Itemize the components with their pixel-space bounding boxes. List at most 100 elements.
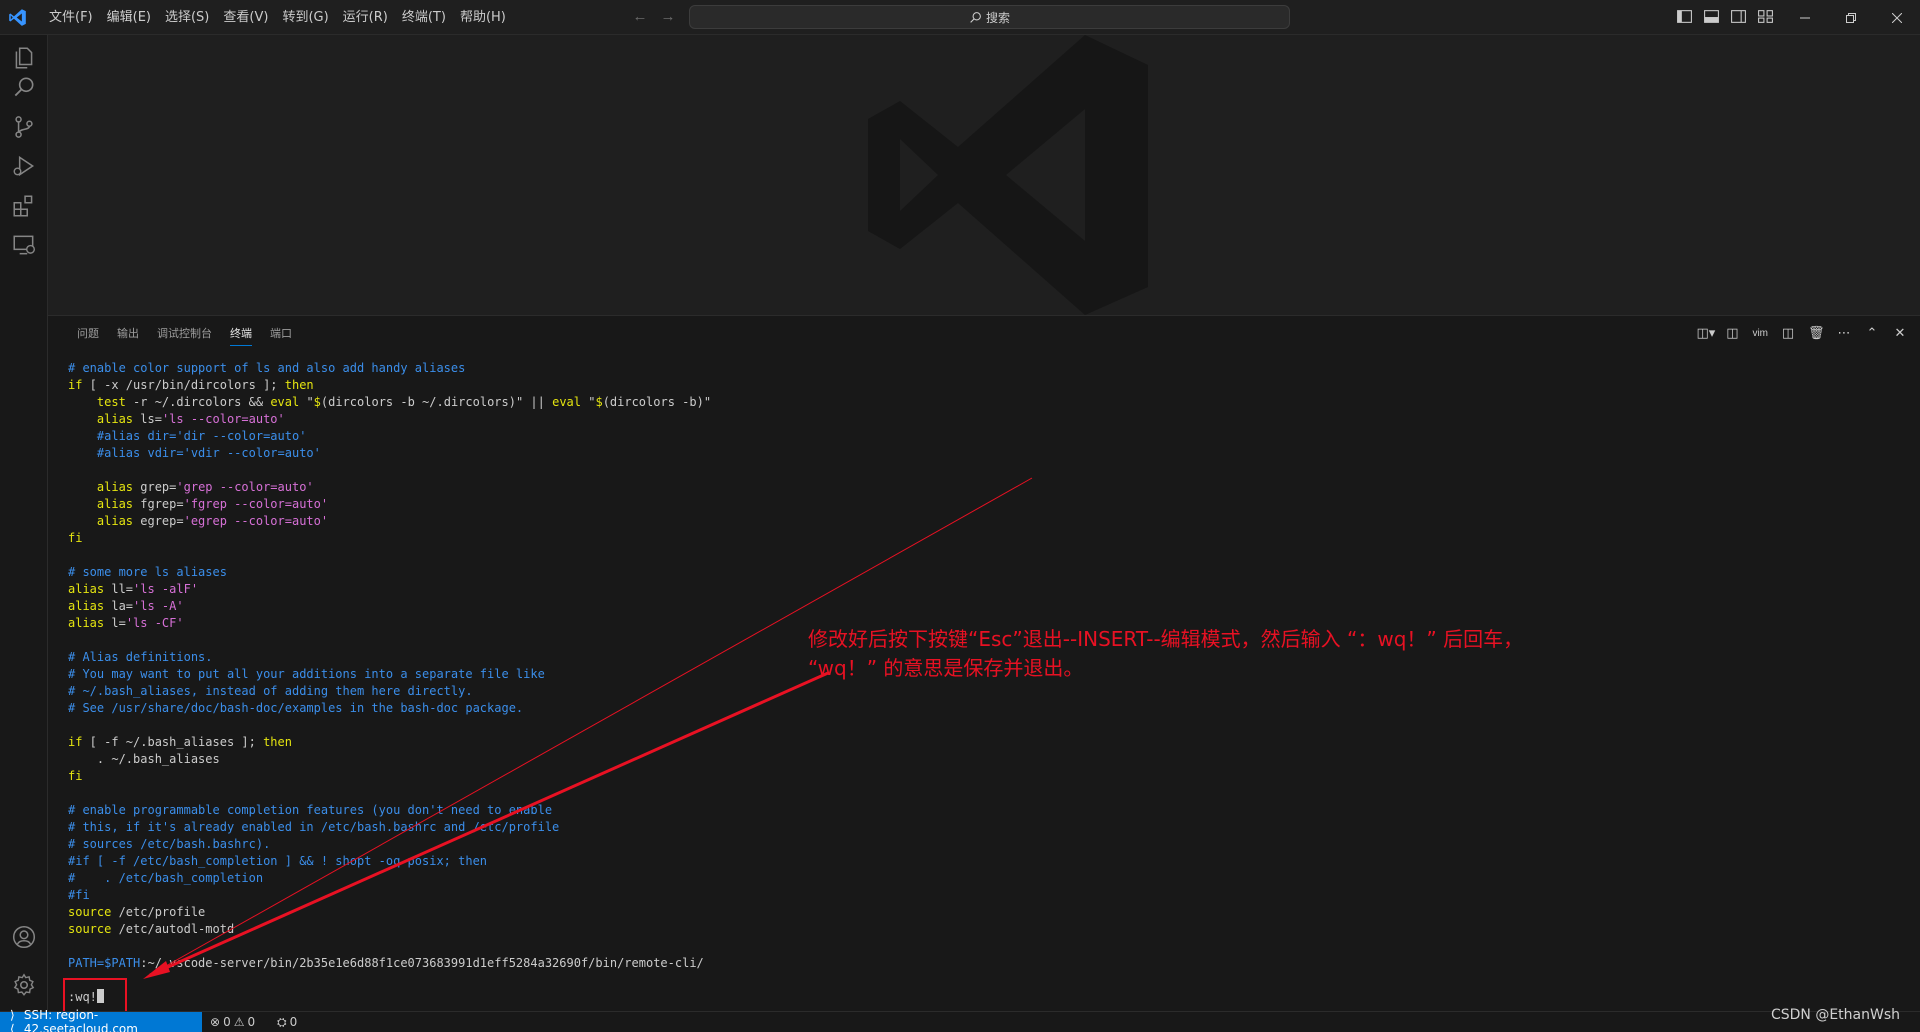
terminal-token: (dircolors -b ~/.dircolors)" || [320, 395, 553, 409]
terminal-token: la= [104, 599, 134, 613]
terminal-token: 'egrep --color=auto' [183, 514, 329, 528]
account-icon[interactable] [11, 924, 37, 950]
terminal-token: fgrep= [133, 497, 184, 511]
new-terminal-dropdown-icon[interactable]: ◫▾ [1696, 325, 1715, 341]
terminal-token: # enable programmable completion feature… [68, 803, 553, 817]
terminal-token: " [581, 395, 596, 409]
terminal-line: #alias vdir='vdir --color=auto' [68, 445, 1908, 462]
remote-indicator[interactable]: ⟩⟨ SSH: region-42.seetacloud.com [0, 1008, 202, 1032]
terminal-token: 'ls -alF' [133, 582, 199, 596]
maximize-panel-icon[interactable]: ⌃ [1864, 325, 1880, 341]
tab-ports[interactable]: 端口 [261, 316, 301, 352]
terminal-line: alias la='ls -A' [68, 598, 1908, 615]
vscode-logo-icon [9, 9, 26, 26]
terminal-token: fi [68, 531, 83, 545]
terminal-token: source [68, 905, 112, 919]
terminal-line: # ~/.bash_aliases, instead of adding the… [68, 683, 1908, 700]
menu-selection[interactable]: 选择(S) [158, 0, 216, 35]
terminal-token: 'ls -CF' [125, 616, 184, 630]
menu-run[interactable]: 运行(R) [336, 0, 395, 35]
terminal-token: alias [96, 412, 134, 426]
extensions-icon[interactable] [11, 193, 37, 219]
close-panel-icon[interactable]: ✕ [1892, 325, 1908, 341]
terminal-token: then [284, 378, 314, 392]
terminal-token: :~/.vscode-server/bin/2b35e1e6d88f1ce073… [140, 956, 704, 970]
minimize-button[interactable] [1782, 0, 1828, 35]
terminal-shell-label[interactable]: vim [1752, 328, 1768, 339]
ports-status[interactable]: ⛭ 0 [277, 1012, 297, 1032]
terminal-token: [ -f ~/.bash_aliases ]; [82, 735, 264, 749]
menu-edit[interactable]: 编辑(E) [100, 0, 158, 35]
terminal-token: # enable color support of ls and also ad… [68, 361, 466, 375]
terminal-token: alias [68, 582, 105, 596]
terminal-line: # sources /etc/bash.bashrc). [68, 836, 1908, 853]
terminal-token: l= [104, 616, 126, 630]
terminal-token: fi [68, 769, 83, 783]
terminal-line: alias fgrep='fgrep --color=auto' [68, 496, 1908, 513]
close-window-button[interactable] [1874, 0, 1920, 35]
tab-problems[interactable]: 问题 [68, 316, 108, 352]
terminal-line: source /etc/profile [68, 904, 1908, 921]
toggle-secondary-sidebar-icon[interactable] [1730, 8, 1747, 25]
terminal-token: alias [96, 480, 134, 494]
terminal-output[interactable]: # enable color support of ls and also ad… [68, 360, 1908, 1010]
restore-icon [1846, 12, 1856, 23]
command-center-search[interactable]: 搜索 [689, 5, 1290, 29]
status-bar: ⟩⟨ SSH: region-42.seetacloud.com ⊗ 0 ⚠ 0… [0, 1008, 1920, 1032]
menu-view[interactable]: 查看(V) [216, 0, 275, 35]
terminal-line: alias egrep='egrep --color=auto' [68, 513, 1908, 530]
terminal-token: egrep= [133, 514, 184, 528]
editor-area[interactable] [48, 35, 1920, 315]
terminal-token: $ [313, 395, 321, 409]
terminal-line: #alias dir='dir --color=auto' [68, 428, 1908, 445]
terminal-token: alias [68, 616, 105, 630]
problems-status[interactable]: ⊗ 0 ⚠ 0 [210, 1012, 255, 1032]
menu-file[interactable]: 文件(F) [42, 0, 100, 35]
menu-terminal[interactable]: 终端(T) [395, 0, 453, 35]
explorer-icon[interactable] [11, 45, 37, 71]
close-icon [1892, 12, 1902, 23]
terminal-line: test -r ~/.dircolors && eval "$(dircolor… [68, 394, 1908, 411]
back-arrow-icon[interactable]: ← [632, 8, 648, 26]
restore-button[interactable] [1828, 0, 1874, 35]
search-icon[interactable] [11, 75, 37, 101]
terminal-line: alias ls='ls --color=auto' [68, 411, 1908, 428]
vim-command-line[interactable]: :wq! [68, 989, 1908, 1006]
terminal-token: 'ls -A' [133, 599, 184, 613]
terminal-token: #fi [68, 888, 90, 902]
run-debug-icon[interactable] [11, 153, 37, 179]
tab-output[interactable]: 输出 [108, 316, 148, 352]
minimize-icon [1800, 17, 1810, 18]
watermark-credit: CSDN @EthanWsh [1770, 1007, 1900, 1023]
source-control-icon[interactable] [11, 114, 37, 140]
terminal-line: if [ -x /usr/bin/dircolors ]; then [68, 377, 1908, 394]
menu-help[interactable]: 帮助(H) [453, 0, 513, 35]
settings-gear-icon[interactable] [11, 972, 37, 998]
terminal-token: 'fgrep --color=auto' [183, 497, 329, 511]
toggle-panel-icon[interactable] [1703, 8, 1720, 25]
kill-terminal-icon[interactable]: 🗑 [1808, 325, 1825, 341]
tab-debug-console[interactable]: 调试控制台 [148, 316, 221, 352]
remote-explorer-icon[interactable] [11, 232, 37, 258]
terminal-line: # . /etc/bash_completion [68, 870, 1908, 887]
terminal-line: alias ll='ls -alF' [68, 581, 1908, 598]
customize-layout-icon[interactable] [1757, 8, 1774, 25]
toggle-primary-sidebar-icon[interactable] [1676, 8, 1693, 25]
menu-go[interactable]: 转到(G) [275, 0, 335, 35]
terminal-token: [ -x /usr/bin/dircolors ]; [82, 378, 285, 392]
terminal-token: #alias vdir='vdir --color=auto' [68, 446, 321, 460]
terminal-token: (dircolors -b)" [602, 395, 712, 409]
error-icon: ⊗ [210, 1015, 221, 1029]
tab-terminal[interactable]: 终端 [221, 316, 261, 352]
terminal-line: alias grep='grep --color=auto' [68, 479, 1908, 496]
forward-arrow-icon[interactable]: → [660, 8, 676, 26]
terminal-token: # Alias definitions. [68, 650, 213, 664]
more-actions-icon[interactable]: ⋯ [1836, 325, 1852, 341]
terminal-token: # ~/.bash_aliases, instead of adding the… [68, 684, 473, 698]
split-terminal-icon[interactable]: ◫ [1780, 325, 1796, 341]
